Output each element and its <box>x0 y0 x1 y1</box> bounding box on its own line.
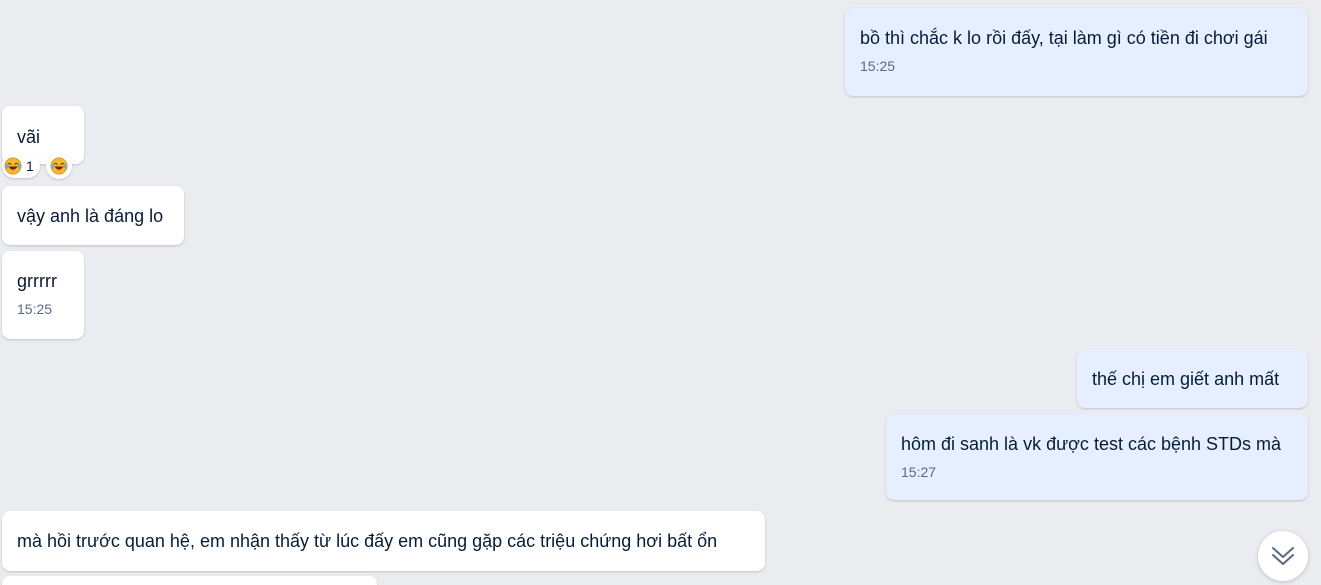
laughing-crying-emoji-icon <box>50 157 68 175</box>
laughing-crying-emoji-icon <box>4 157 22 175</box>
outgoing-message[interactable]: bồ thì chắc k lo rồi đấy, tại làm gì có … <box>845 8 1308 96</box>
add-reaction-button[interactable] <box>45 153 72 179</box>
incoming-message[interactable]: mà hồi trước quan hệ, em nhận thấy từ lú… <box>2 511 765 571</box>
message-text: thế chị em giết anh mất <box>1092 369 1280 389</box>
message-text: hôm đi sanh là vk được test các bệnh STD… <box>901 434 1282 454</box>
outgoing-message[interactable]: thế chị em giết anh mất <box>1077 349 1308 408</box>
message-time: 15:25 <box>860 58 896 74</box>
chat-message-list: bồ thì chắc k lo rồi đấy, tại làm gì có … <box>0 0 1321 585</box>
incoming-message[interactable]: grrrrr 15:25 <box>2 251 84 339</box>
reaction-summary[interactable]: 1 <box>2 154 40 178</box>
outgoing-message[interactable]: hôm đi sanh là vk được test các bệnh STD… <box>886 414 1308 500</box>
message-time: 15:27 <box>901 464 937 480</box>
incoming-message[interactable]: vậy anh là đáng lo <box>2 186 184 245</box>
double-chevron-down-icon <box>1272 547 1294 565</box>
reaction-count: 1 <box>26 158 34 174</box>
scroll-to-bottom-button[interactable] <box>1258 531 1308 581</box>
message-text: grrrrr <box>17 271 57 291</box>
incoming-message-partial[interactable] <box>2 576 377 585</box>
message-text: mà hồi trước quan hệ, em nhận thấy từ lú… <box>17 531 718 551</box>
message-text: vậy anh là đáng lo <box>17 206 164 226</box>
message-text: bồ thì chắc k lo rồi đấy, tại làm gì có … <box>860 28 1268 48</box>
message-time: 15:25 <box>17 301 53 317</box>
message-text: vãi <box>17 127 41 147</box>
message-reactions: 1 <box>2 153 72 179</box>
